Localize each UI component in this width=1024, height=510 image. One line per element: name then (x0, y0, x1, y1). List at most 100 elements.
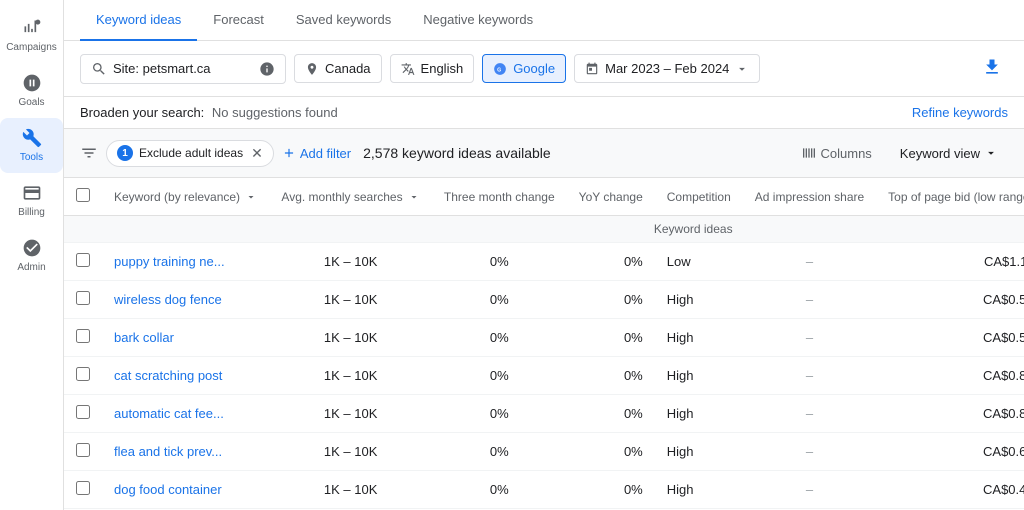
row-competition: High (655, 357, 743, 395)
section-header-cell: Keyword ideas (64, 216, 1024, 243)
language-chip[interactable]: English (390, 54, 475, 83)
row-competition: High (655, 319, 743, 357)
row-competition: High (655, 433, 743, 471)
filter-icon (80, 144, 98, 162)
row-three-month: 0% (432, 281, 567, 319)
row-competition: High (655, 471, 743, 509)
row-ad-impression: – (743, 243, 876, 281)
chevron-down-icon (735, 62, 749, 76)
keyword-table: Keyword (by relevance) Avg. monthly sear… (64, 178, 1024, 510)
add-filter-button[interactable]: Add filter (282, 146, 351, 161)
language-label: English (421, 61, 464, 76)
download-button[interactable] (976, 51, 1008, 86)
row-checkbox[interactable] (76, 481, 90, 495)
row-checkbox[interactable] (76, 367, 90, 381)
row-checkbox-cell[interactable] (64, 281, 102, 319)
svg-text:G: G (497, 67, 501, 73)
row-three-month: 0% (432, 433, 567, 471)
columns-button[interactable]: Columns (791, 139, 882, 167)
search-icon (91, 61, 107, 77)
col-avg-monthly[interactable]: Avg. monthly searches (269, 178, 432, 216)
row-keyword[interactable]: flea and tick prev... (102, 433, 269, 471)
filter-chip-label: Exclude adult ideas (139, 146, 243, 160)
col-three-month[interactable]: Three month change (432, 178, 567, 216)
row-yoy: 0% (567, 471, 655, 509)
col-competition[interactable]: Competition (655, 178, 743, 216)
sidebar-item-tools-label: Tools (20, 152, 43, 163)
row-checkbox-cell[interactable] (64, 243, 102, 281)
row-avg-monthly: 1K – 10K (269, 243, 432, 281)
table-row: puppy training ne... 1K – 10K 0% 0% Low … (64, 243, 1024, 281)
toolbar: Canada English G Google Mar 2023 – Feb 2… (64, 41, 1024, 97)
billing-icon (22, 183, 42, 203)
row-avg-monthly: 1K – 10K (269, 319, 432, 357)
tab-saved-keywords[interactable]: Saved keywords (280, 0, 407, 41)
table-body: Keyword ideas puppy training ne... 1K – … (64, 216, 1024, 510)
row-checkbox[interactable] (76, 291, 90, 305)
row-avg-monthly: 1K – 10K (269, 471, 432, 509)
select-all-checkbox[interactable] (76, 188, 90, 202)
sidebar-item-admin-label: Admin (17, 262, 45, 273)
row-checkbox-cell[interactable] (64, 395, 102, 433)
sidebar-item-goals[interactable]: Goals (0, 63, 63, 118)
row-keyword[interactable]: puppy training ne... (102, 243, 269, 281)
row-low-bid: CA$0.85 (876, 395, 1024, 433)
sidebar-item-billing[interactable]: Billing (0, 173, 63, 228)
admin-icon (22, 238, 42, 258)
table-row: automatic cat fee... 1K – 10K 0% 0% High… (64, 395, 1024, 433)
row-avg-monthly: 1K – 10K (269, 395, 432, 433)
search-input[interactable] (113, 61, 253, 76)
sidebar-item-campaigns[interactable]: Campaigns (0, 8, 63, 63)
sort-avg-icon (408, 191, 420, 203)
row-checkbox[interactable] (76, 253, 90, 267)
row-keyword[interactable]: cat scratching post (102, 357, 269, 395)
row-checkbox[interactable] (76, 329, 90, 343)
keyword-table-container: Keyword (by relevance) Avg. monthly sear… (64, 178, 1024, 510)
refine-keywords-button[interactable]: Refine keywords (912, 105, 1008, 120)
engine-label: Google (513, 61, 555, 76)
info-icon (259, 61, 275, 77)
google-icon: G (493, 62, 507, 76)
row-keyword[interactable]: bark collar (102, 319, 269, 357)
campaigns-icon (22, 18, 42, 38)
row-checkbox[interactable] (76, 443, 90, 457)
row-yoy: 0% (567, 243, 655, 281)
row-checkbox[interactable] (76, 405, 90, 419)
row-keyword[interactable]: automatic cat fee... (102, 395, 269, 433)
broaden-row: Broaden your search: No suggestions foun… (64, 97, 1024, 129)
engine-chip[interactable]: G Google (482, 54, 566, 83)
row-avg-monthly: 1K – 10K (269, 281, 432, 319)
row-competition: Low (655, 243, 743, 281)
keyword-view-button[interactable]: Keyword view (890, 140, 1008, 167)
col-yoy[interactable]: YoY change (567, 178, 655, 216)
calendar-icon (585, 62, 599, 76)
sidebar-item-admin[interactable]: Admin (0, 228, 63, 283)
row-keyword[interactable]: dog food container (102, 471, 269, 509)
row-checkbox-cell[interactable] (64, 319, 102, 357)
filter-close-icon[interactable]: ✕ (251, 145, 263, 162)
col-keyword[interactable]: Keyword (by relevance) (102, 178, 269, 216)
tab-forecast[interactable]: Forecast (197, 0, 280, 41)
col-low-bid[interactable]: Top of page bid (low range) (876, 178, 1024, 216)
row-low-bid: CA$0.46 (876, 471, 1024, 509)
exclude-adult-chip[interactable]: 1 Exclude adult ideas ✕ (106, 140, 274, 167)
tab-keyword-ideas[interactable]: Keyword ideas (80, 0, 197, 41)
row-low-bid: CA$0.58 (876, 319, 1024, 357)
row-checkbox-cell[interactable] (64, 471, 102, 509)
search-box[interactable] (80, 54, 286, 84)
row-ad-impression: – (743, 471, 876, 509)
location-chip[interactable]: Canada (294, 54, 382, 83)
row-low-bid: CA$0.82 (876, 357, 1024, 395)
row-ad-impression: – (743, 395, 876, 433)
date-range-label: Mar 2023 – Feb 2024 (605, 61, 729, 76)
row-three-month: 0% (432, 395, 567, 433)
row-three-month: 0% (432, 471, 567, 509)
date-range-chip[interactable]: Mar 2023 – Feb 2024 (574, 54, 760, 83)
tab-negative-keywords[interactable]: Negative keywords (407, 0, 549, 41)
row-checkbox-cell[interactable] (64, 357, 102, 395)
row-competition: High (655, 281, 743, 319)
col-ad-impression[interactable]: Ad impression share (743, 178, 876, 216)
row-checkbox-cell[interactable] (64, 433, 102, 471)
row-keyword[interactable]: wireless dog fence (102, 281, 269, 319)
sidebar-item-tools[interactable]: Tools (0, 118, 63, 173)
